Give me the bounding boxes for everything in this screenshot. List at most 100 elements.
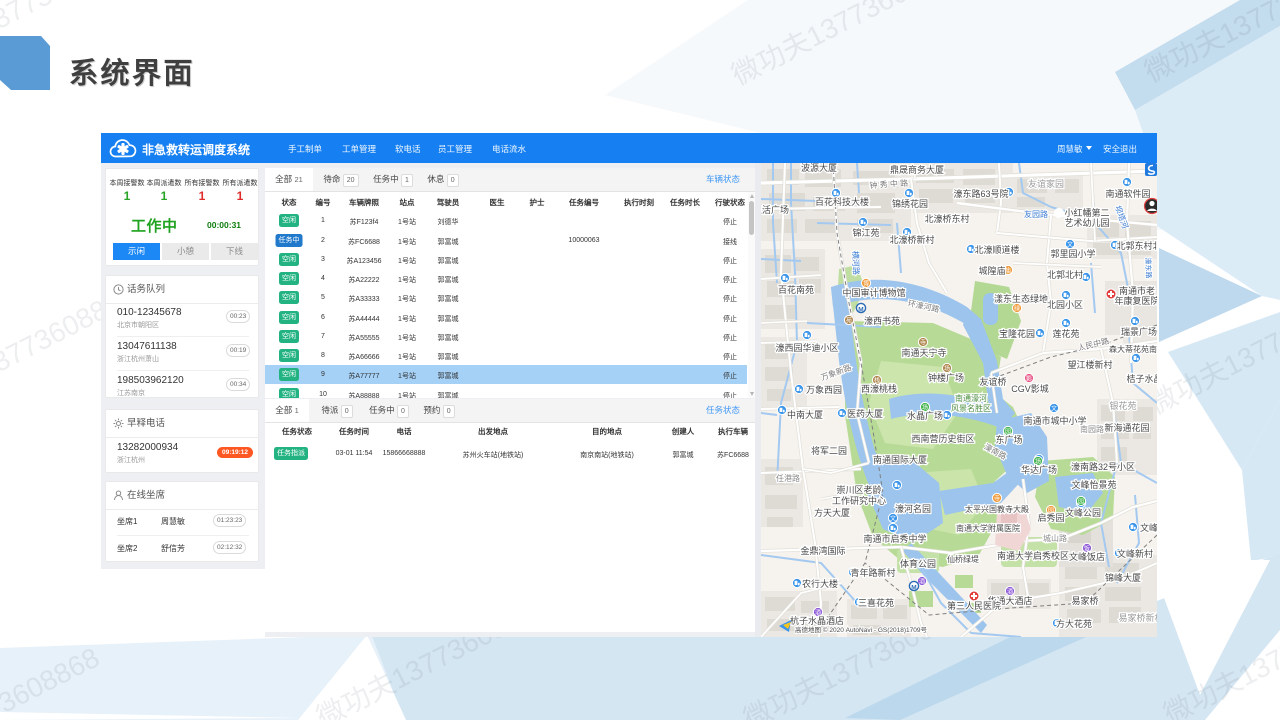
svg-text:工作研究中心: 工作研究中心 [832,495,886,506]
svg-text:三喜花苑: 三喜花苑 [858,597,894,608]
svg-text:中国审计博物馆: 中国审计博物馆 [842,287,905,298]
svg-text:北濠桥东村: 北濠桥东村 [924,213,969,224]
svg-text:南通濠河: 南通濠河 [955,393,987,403]
svg-text:南通国际大厦: 南通国际大厦 [873,454,927,465]
svg-text:任港路: 任港路 [776,473,800,483]
svg-text:易家桥: 易家桥 [1071,595,1098,606]
svg-text:城山路: 城山路 [1043,533,1067,543]
svg-text:寺: 寺 [920,339,926,347]
svg-text:文: 文 [1051,405,1057,413]
svg-text:方天大厦: 方天大厦 [814,507,850,518]
svg-text:医药大厦: 医药大厦 [847,408,883,419]
svg-text:太平兴国教寺大殿: 太平兴国教寺大殿 [965,504,1029,514]
svg-text:友谊桥: 友谊桥 [979,376,1006,387]
svg-text:将军二园: 将军二园 [811,446,847,456]
svg-text:酒: 酒 [919,578,925,586]
svg-text:友谊家园: 友谊家园 [1028,178,1064,189]
svg-text:年康复医院: 年康复医院 [1114,295,1157,306]
svg-text:友园路: 友园路 [1024,209,1048,219]
svg-text:文峰饭店: 文峰饭店 [1069,551,1105,562]
svg-text:宝隆花园: 宝隆花园 [999,328,1035,339]
svg-text:青年路新村: 青年路新村 [850,567,895,578]
svg-text:杭子水晶酒店: 杭子水晶酒店 [790,615,844,626]
svg-text:场: 场 [944,365,950,373]
svg-text:波源大厦: 波源大厦 [801,163,837,173]
svg-text:南通大学启秀校区: 南通大学启秀校区 [997,550,1069,561]
svg-text:庙: 庙 [1005,267,1011,275]
svg-text:CGV影城: CGV影城 [1011,384,1049,394]
svg-text:寺: 寺 [994,495,1000,503]
svg-text:锦绣花园: 锦绣花园 [892,198,928,209]
svg-text:南通大学附属医院: 南通大学附属医院 [956,523,1020,533]
svg-text:文: 文 [1067,241,1073,249]
svg-text:西濠桃栈: 西濠桃栈 [861,383,897,394]
svg-text:南通市城中小学: 南通市城中小学 [1023,415,1086,426]
svg-text:濠河名园: 濠河名园 [895,503,931,514]
svg-text:方大花苑: 方大花苑 [1056,618,1092,629]
svg-text:影: 影 [1026,375,1032,383]
svg-text:南园路: 南园路 [1080,424,1104,434]
svg-text:华达广场: 华达广场 [1021,464,1057,475]
svg-text:南通市启秀中学: 南通市启秀中学 [863,533,926,544]
svg-text:崇川区老龄: 崇川区老龄 [836,484,881,495]
svg-text:中南大厦: 中南大厦 [787,409,823,420]
svg-text:濠东路63号院: 濠东路63号院 [953,188,1008,199]
svg-text:农行大楼: 农行大楼 [802,578,838,589]
svg-text:生活广场: 生活广场 [761,204,789,215]
svg-text:♡: ♡ [1056,211,1061,218]
svg-text:南通软件园: 南通软件园 [1105,188,1150,199]
svg-text:莲花苑: 莲花苑 [1052,328,1079,339]
svg-text:漾东生态绿地: 漾东生态绿地 [994,293,1048,304]
svg-text:鼎晟商务大厦: 鼎晟商务大厦 [890,164,944,175]
svg-text:南通天宁寺: 南通天宁寺 [901,347,946,358]
svg-text:北郭北村: 北郭北村 [1047,269,1083,280]
svg-text:艺术幼儿园: 艺术幼儿园 [1064,217,1109,228]
svg-text:小红幡第二: 小红幡第二 [1064,207,1109,218]
svg-text:北郭东村北: 北郭东村北 [1116,240,1157,251]
svg-text:文峰: 文峰 [1140,522,1157,533]
svg-text:濠南路32号小区: 濠南路32号小区 [1071,461,1135,472]
svg-text:水晶广场: 水晶广场 [907,410,943,421]
svg-text:M: M [858,307,863,314]
svg-text:文: 文 [890,515,896,523]
svg-text:桔子水晶酒: 桔子水晶酒 [1126,373,1157,384]
svg-text:金鼎湾国际: 金鼎湾国际 [800,545,845,556]
svg-text:仙桥绿堤: 仙桥绿堤 [947,554,979,564]
svg-text:望江楼新村: 望江楼新村 [1067,359,1112,370]
svg-text:易家桥新村: 易家桥新村 [1118,612,1157,623]
svg-text:百花科技大楼: 百花科技大楼 [815,196,869,207]
svg-text:北濠顺道楼: 北濠顺道楼 [974,244,1019,255]
svg-text:新海通花园: 新海通花园 [1104,422,1149,433]
svg-text:博: 博 [863,280,869,288]
svg-text:濠西书苑: 濠西书苑 [864,315,900,326]
svg-text:锦江苑: 锦江苑 [852,227,879,238]
svg-text:园: 园 [1078,499,1084,506]
svg-text:M: M [911,585,916,592]
svg-text:文峰新村: 文峰新村 [1117,548,1153,559]
svg-text:百花南苑: 百花南苑 [778,284,814,295]
svg-text:森大蒂花苑南区: 森大蒂花苑南区 [1109,344,1157,354]
svg-text:体育公园: 体育公园 [900,558,936,569]
svg-text:第三人民医院: 第三人民医院 [947,600,1001,611]
svg-text:西南营历史街区: 西南营历史街区 [911,433,974,444]
svg-text:文峰怡景苑: 文峰怡景苑 [1071,479,1116,490]
svg-text:高德地图 © 2020 AutoNavi - GS(2018: 高德地图 © 2020 AutoNavi - GS(2018)1709号 [795,625,927,634]
svg-text:瑞景广场: 瑞景广场 [1121,326,1157,337]
svg-text:苑: 苑 [846,317,852,325]
svg-text:南通市老: 南通市老 [1119,285,1155,296]
svg-text:北濠桥新村: 北濠桥新村 [889,234,934,245]
svg-text:钟楼广场: 钟楼广场 [928,372,964,383]
svg-text:郭里园小学: 郭里园小学 [1050,248,1095,259]
svg-text:城隍庙: 城隍庙 [978,265,1005,276]
svg-text:濠西园华迪小区: 濠西园华迪小区 [775,342,838,353]
svg-text:北园小区: 北园小区 [1047,300,1083,310]
svg-text:风景名胜区: 风景名胜区 [951,403,991,413]
svg-text:银花苑: 银花苑 [1109,400,1136,411]
svg-text:启秀园: 启秀园 [1037,512,1064,523]
svg-text:锦峰大厦: 锦峰大厦 [1105,572,1141,583]
svg-text:万象西园: 万象西园 [806,384,842,395]
svg-text:东广场: 东广场 [995,434,1022,445]
svg-text:横河路: 横河路 [851,251,862,275]
svg-text:文峰公园: 文峰公园 [1065,507,1101,518]
svg-text:绿: 绿 [1014,305,1020,313]
